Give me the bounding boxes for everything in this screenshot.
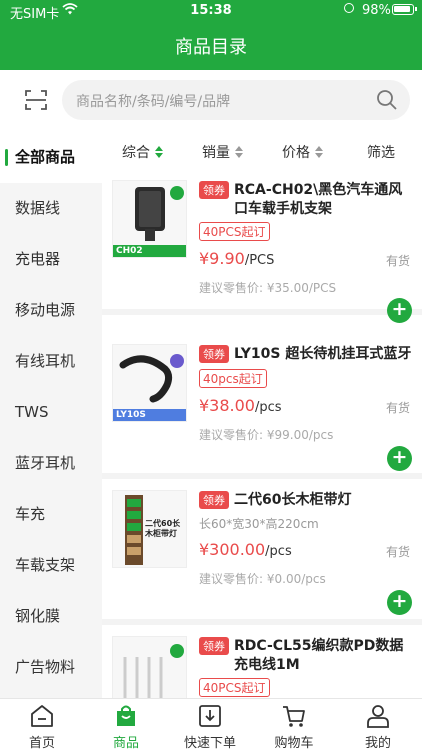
sort-sales[interactable]: 销量	[202, 142, 243, 162]
product-name: 二代60长木柜带灯	[234, 492, 352, 508]
rotation-lock-icon	[344, 3, 354, 13]
tab-profile-label: 我的	[364, 736, 391, 750]
tab-products[interactable]: 商品	[84, 699, 168, 750]
product-image: 二代60长木柜带灯	[112, 490, 187, 568]
price-value: ¥9.90	[199, 249, 245, 268]
sidebar-item-bluetooth-earphones[interactable]: 蓝牙耳机	[0, 438, 102, 489]
cart-icon	[283, 706, 305, 727]
coupon-badge[interactable]: 领券	[199, 637, 229, 655]
product-card[interactable]: CH02 领券 RCA-CH02\黑色汽车通风口车载手机支架 40PCS起订 ¥…	[102, 170, 422, 323]
sidebar-item-chargers[interactable]: 充电器	[0, 234, 102, 285]
product-image-label: 二代60长木柜带灯	[145, 519, 181, 538]
product-card[interactable]: 领券 RDC-CL55编织款PD数据充电线1M 40PCS起订	[102, 626, 422, 698]
stock-status: 有货	[385, 254, 410, 268]
retail-price: 建议零售价: ¥0.00/pcs	[199, 572, 326, 586]
sort-comprehensive-label: 综合	[122, 145, 150, 161]
moq-badge: 40pcs起订	[199, 369, 267, 388]
moq-badge: 40PCS起订	[199, 222, 270, 241]
sort-comprehensive[interactable]: 综合	[122, 142, 163, 162]
product-image	[112, 636, 187, 698]
tab-cart[interactable]: 购物车	[252, 699, 336, 750]
coupon-badge[interactable]: 领券	[199, 181, 229, 199]
tab-products-label: 商品	[112, 736, 139, 750]
sidebar-item-cables[interactable]: 数据线	[0, 183, 102, 234]
coupon-badge[interactable]: 领券	[199, 345, 229, 363]
category-sidebar: 全部商品 数据线 充电器 移动电源 有线耳机 TWS 蓝牙耳机 车充 车载支架 …	[0, 132, 102, 698]
search-input[interactable]: 商品名称/条码/编号/品牌	[62, 80, 410, 120]
product-name: RDC-CL55编织款PD数据充电线1M	[234, 638, 404, 673]
product-price: ¥9.90/PCS	[199, 249, 274, 268]
sort-sales-label: 销量	[202, 145, 230, 161]
product-price: ¥38.00/pcs	[199, 396, 282, 415]
tab-profile[interactable]: 我的	[336, 699, 420, 750]
product-name: RCA-CH02\黑色汽车通风口车载手机支架	[234, 182, 403, 217]
sort-arrows-icon	[315, 146, 323, 158]
user-icon	[367, 705, 389, 728]
sidebar-item-ad-materials[interactable]: 广告物料	[0, 642, 102, 693]
product-list: CH02 领券 RCA-CH02\黑色汽车通风口车载手机支架 40PCS起订 ¥…	[102, 170, 422, 698]
tab-home[interactable]: 首页	[0, 699, 84, 750]
add-to-cart-button[interactable]: +	[387, 590, 412, 615]
product-image: CH02	[112, 180, 187, 258]
page-title: 商品目录	[175, 37, 247, 58]
bag-icon	[117, 705, 135, 726]
stock-status: 有货	[385, 401, 410, 415]
filter-button[interactable]: 筛选	[367, 142, 395, 162]
retail-price: 建议零售价: ¥99.00/pcs	[199, 428, 334, 442]
price-unit: /PCS	[244, 253, 275, 268]
tab-quick-order-label: 快速下单	[183, 736, 236, 750]
sidebar-item-car-mounts[interactable]: 车载支架	[0, 540, 102, 591]
tab-cart-label: 购物车	[274, 736, 314, 750]
product-image-label: LY10S	[116, 410, 146, 420]
product-spec: 长60*宽30*高220cm	[199, 517, 319, 531]
tab-home-label: 首页	[28, 736, 55, 750]
sidebar-item-tempered-glass[interactable]: 钢化膜	[0, 591, 102, 642]
sidebar-item-wired-earphones[interactable]: 有线耳机	[0, 336, 102, 387]
battery-percent: 98%	[362, 3, 391, 18]
price-unit: /pcs	[254, 400, 282, 415]
price-value: ¥38.00	[199, 396, 255, 415]
quick-order-icon	[199, 705, 221, 727]
search-placeholder: 商品名称/条码/编号/品牌	[76, 94, 231, 110]
home-icon	[31, 705, 53, 727]
retail-price: 建议零售价: ¥35.00/PCS	[199, 281, 337, 295]
sort-price-label: 价格	[282, 145, 310, 161]
scan-icon[interactable]	[24, 88, 48, 112]
coupon-badge[interactable]: 领券	[199, 491, 229, 509]
product-image: LY10S	[112, 344, 187, 422]
header: 无SIM卡 15:38 98% 商品目录	[0, 0, 422, 70]
sidebar-item-car-chargers[interactable]: 车充	[0, 489, 102, 540]
product-card[interactable]: 二代60长木柜带灯 领券 二代60长木柜带灯 长60*宽30*高220cm ¥3…	[102, 480, 422, 625]
sidebar-item-power-banks[interactable]: 移动电源	[0, 285, 102, 336]
sort-arrows-icon	[235, 146, 243, 158]
product-name: LY10S 超长待机挂耳式蓝牙	[234, 346, 412, 362]
tab-quick-order[interactable]: 快速下单	[168, 699, 252, 750]
stock-status: 有货	[385, 545, 410, 559]
price-value: ¥300.00	[199, 540, 266, 559]
battery-icon	[392, 4, 417, 15]
add-to-cart-button[interactable]: +	[387, 298, 412, 323]
sort-price[interactable]: 价格	[282, 142, 323, 162]
search-row: 商品名称/条码/编号/品牌	[0, 70, 422, 132]
tab-bar: 首页 商品 快速下单 购物车 我的	[0, 698, 422, 750]
product-image-label: CH02	[116, 246, 143, 256]
sidebar-item-all[interactable]: 全部商品	[0, 132, 102, 183]
status-bar: 无SIM卡 15:38 98%	[0, 0, 422, 22]
add-to-cart-button[interactable]: +	[387, 446, 412, 471]
product-card[interactable]: LY10S 领券 LY10S 超长待机挂耳式蓝牙 40pcs起订 ¥38.00/…	[102, 334, 422, 479]
sort-arrows-icon	[155, 146, 163, 158]
sort-bar: 综合 销量 价格 筛选	[102, 132, 422, 170]
moq-badge: 40PCS起订	[199, 678, 270, 697]
product-price: ¥300.00/pcs	[199, 540, 292, 559]
sidebar-item-tws[interactable]: TWS	[0, 387, 102, 438]
price-unit: /pcs	[265, 544, 292, 559]
clock: 15:38	[190, 3, 232, 18]
search-icon[interactable]	[376, 89, 398, 111]
